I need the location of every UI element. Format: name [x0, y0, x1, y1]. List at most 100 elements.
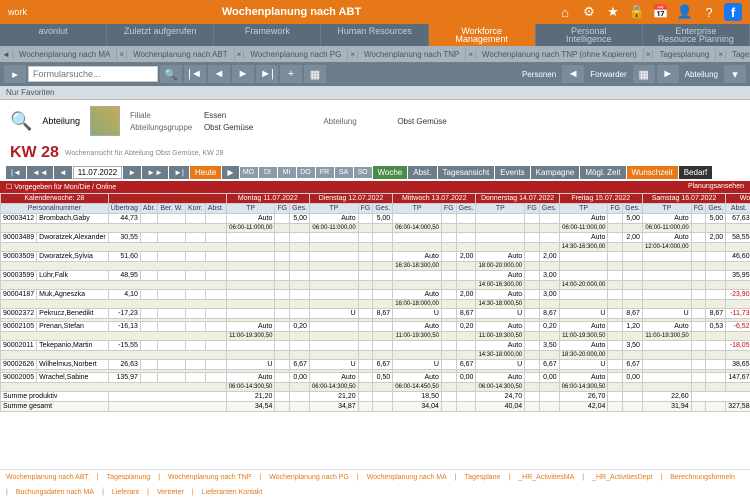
footer-link[interactable]: Vertreter: [157, 489, 184, 496]
lock-icon[interactable]: 🔒: [628, 3, 646, 21]
footer-link[interactable]: Wochenplanung nach ABT: [6, 474, 89, 481]
day-sa[interactable]: SA: [335, 167, 353, 178]
search-icon[interactable]: 🔍: [160, 65, 182, 83]
nav-first-icon[interactable]: |◄: [184, 65, 206, 83]
wunsch-button[interactable]: Wunschzeit: [627, 166, 678, 179]
moegl-button[interactable]: Mögl. Zeit: [580, 166, 625, 179]
nav-last-button[interactable]: ►|: [169, 166, 189, 179]
home-icon[interactable]: ⌂: [556, 3, 574, 21]
chevron-right-icon[interactable]: ►: [657, 65, 679, 83]
search-input[interactable]: [28, 66, 158, 82]
nav-prev-icon[interactable]: ◄: [208, 65, 230, 83]
tagesansicht-button[interactable]: Tagesansicht: [438, 166, 495, 179]
close-icon[interactable]: ×: [644, 50, 654, 59]
footer-link[interactable]: Buchungsdaten nach MA: [16, 489, 94, 496]
nav-next2-button[interactable]: ►►: [142, 166, 168, 179]
dropdown-icon[interactable]: ▾: [724, 65, 746, 83]
tab[interactable]: Tagesplanung: [653, 48, 716, 61]
tab-prev-icon[interactable]: ◄: [0, 50, 13, 59]
tab[interactable]: Wochenplanung nach MA: [13, 48, 117, 61]
footer-link[interactable]: _HR_ActivitiesMA: [518, 474, 574, 481]
menu-item[interactable]: Zuletzt aufgerufen: [107, 24, 214, 46]
nav-next-button[interactable]: ►: [123, 166, 141, 179]
footer-link[interactable]: Wochenplanung nach TNP: [168, 474, 251, 481]
footer-link[interactable]: Wochenplanung nach MA: [367, 474, 447, 481]
redband-right[interactable]: Planungsansehen: [688, 183, 744, 191]
nav-next-icon[interactable]: ►: [232, 65, 254, 83]
tab[interactable]: Wochenplanung nach TNP (ohne Kopieren): [476, 48, 644, 61]
tab[interactable]: Tagesplanung nach PG: [726, 48, 750, 61]
table-row-detail[interactable]: 14:30-16:300,0012:00-14:000,00: [1, 243, 750, 252]
table-row[interactable]: 90002626Wilhelmus,Norbert26,63U6,67U6,67…: [1, 360, 750, 370]
table-row-detail[interactable]: 16:00-18:000,0014:30-18:000,50: [1, 300, 750, 309]
close-icon[interactable]: ×: [716, 50, 726, 59]
bedarf-button[interactable]: Bedarf: [679, 166, 713, 179]
footer-link[interactable]: _HR_ActivitiesDept: [592, 474, 652, 481]
nav-last-icon[interactable]: ►|: [256, 65, 278, 83]
footer-link[interactable]: Lieferant: [112, 489, 139, 496]
day-fr[interactable]: FR: [316, 167, 334, 178]
gear-icon[interactable]: ⚙: [580, 3, 598, 21]
table-row[interactable]: 90003489Dworatzek,Alexander30,55Auto2,00…: [1, 233, 750, 243]
star-icon[interactable]: ★: [604, 3, 622, 21]
menu-item[interactable]: Enterprise Resource Planning: [643, 24, 750, 46]
footer-link[interactable]: Berechnungsformeln: [670, 474, 735, 481]
footer-link[interactable]: Tagesplanung: [107, 474, 151, 481]
menu-item[interactable]: Personal Intelligence: [536, 24, 643, 46]
tab-active[interactable]: Wochenplanung nach ABT: [127, 48, 235, 61]
add-icon[interactable]: +: [280, 65, 302, 83]
menu-item[interactable]: Framework: [214, 24, 321, 46]
close-icon[interactable]: ×: [117, 50, 127, 59]
close-icon[interactable]: ×: [235, 50, 245, 59]
heute-button[interactable]: Heute: [190, 166, 221, 179]
grid2-icon[interactable]: ▦: [633, 65, 655, 83]
expand-icon[interactable]: ▸: [4, 65, 26, 83]
facebook-icon[interactable]: f: [724, 3, 742, 21]
redband-left[interactable]: ☐ Vorgegeben für Mon/Die / Online: [6, 183, 116, 191]
table-row[interactable]: 90002005Wrachel,Sabine135,97Auto0,00Auto…: [1, 373, 750, 383]
magnifier-icon[interactable]: 🔍: [10, 111, 32, 132]
planning-grid[interactable]: Kalenderwoche: 28Montag 11.07.2022Dienst…: [0, 193, 750, 483]
menu-item[interactable]: Human Resources: [321, 24, 428, 46]
footer-link[interactable]: Lieferanten Kontakt: [202, 489, 263, 496]
date-field[interactable]: 11.07.2022: [73, 166, 122, 179]
table-row-detail[interactable]: 14:30-18:000,0018:30-20:000,00: [1, 351, 750, 360]
menu-item[interactable]: avonlut: [0, 24, 107, 46]
events-button[interactable]: Events: [495, 166, 529, 179]
user-icon[interactable]: 👤: [676, 3, 694, 21]
close-icon[interactable]: ×: [348, 50, 358, 59]
help-icon[interactable]: ?: [700, 3, 718, 21]
close-icon[interactable]: ×: [466, 50, 476, 59]
table-row-detail[interactable]: 14:00-16:300,0014:00-20:000,00: [1, 281, 750, 290]
play-button[interactable]: ▶: [222, 166, 238, 179]
table-row-detail[interactable]: 11:00-19:300,5011:00-19:300,5011:00-19:3…: [1, 332, 750, 341]
day-so[interactable]: SO: [354, 167, 372, 178]
table-row[interactable]: 90002011Tekepanio,Martin-15,55Auto3,50Au…: [1, 341, 750, 351]
day-mi[interactable]: MI: [278, 167, 296, 178]
day-di[interactable]: DI: [259, 167, 277, 178]
abst-button[interactable]: Abst.: [408, 166, 436, 179]
kampagne-button[interactable]: Kampagne: [531, 166, 580, 179]
menu-item-active[interactable]: Workforce Management: [429, 24, 536, 46]
nav-prev2-button[interactable]: ◄◄: [27, 166, 53, 179]
nav-first-button[interactable]: |◄: [6, 166, 26, 179]
woche-button[interactable]: Woche: [373, 166, 408, 179]
day-do[interactable]: DO: [297, 167, 315, 178]
nav-prev-button[interactable]: ◄: [54, 166, 72, 179]
calendar-icon[interactable]: 📅: [652, 3, 670, 21]
table-row-detail[interactable]: 16:30-18:300,0018:00-20:000,00: [1, 262, 750, 271]
table-row[interactable]: 90003412Brombach,Gaby44,73Auto5,00Auto5,…: [1, 214, 750, 224]
table-row-detail[interactable]: 06:00-14:300,5006:00-14:300,5006:00-14:4…: [1, 383, 750, 392]
table-row[interactable]: 90004187Muk,Agneszka4,10Auto2,00Auto3,00…: [1, 290, 750, 300]
table-row[interactable]: 90003599Lühr,Falk48,95Auto3,0035,9535,50…: [1, 271, 750, 281]
table-row[interactable]: 90002372Pekrucz,Benedikt-17,23U8,67U8,67…: [1, 309, 750, 319]
table-row[interactable]: 90002105Prenan,Stefan-16,13Auto0,20Auto0…: [1, 322, 750, 332]
footer-link[interactable]: Wochenplanung nach PG: [269, 474, 349, 481]
tab[interactable]: Wochenplanung nach PG: [244, 48, 348, 61]
grid-icon[interactable]: ▦: [304, 65, 326, 83]
favorites-bar[interactable]: Nur Favoriten: [0, 86, 750, 100]
tab[interactable]: Wochenplanung nach TNP: [358, 48, 466, 61]
day-mo[interactable]: MO: [240, 167, 258, 178]
table-row-detail[interactable]: 06:00-11:000,0006:00-11:000,0006:00-14:0…: [1, 224, 750, 233]
table-row[interactable]: 90003509Dworatzek,Sylvia51,60Auto2,00Aut…: [1, 252, 750, 262]
